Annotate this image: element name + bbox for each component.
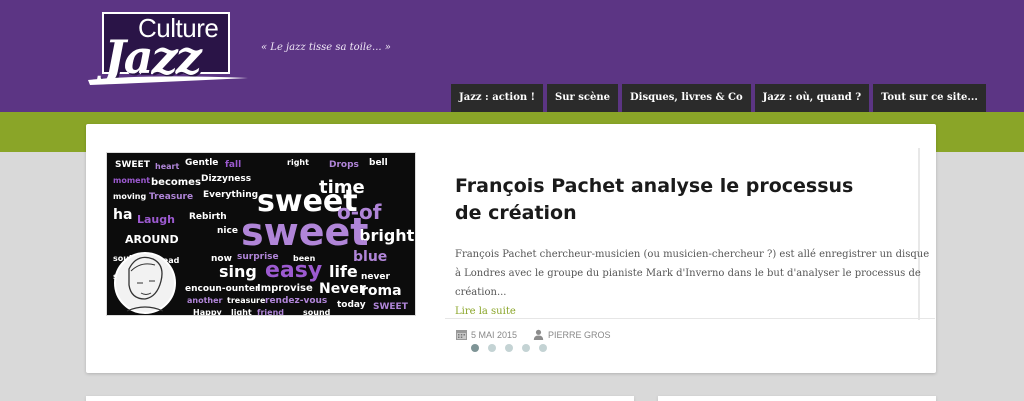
svg-text:rendez-vous: rendez-vous (265, 296, 327, 306)
slider-dot-5[interactable] (539, 344, 547, 352)
svg-text:Dizzyness: Dizzyness (201, 174, 251, 184)
svg-text:Never: Never (319, 281, 366, 297)
word-cloud-image[interactable]: SWEET heart Gentle fall right Drops bell… (106, 152, 416, 316)
read-more-link[interactable]: Lire la suite (455, 306, 516, 317)
svg-text:moving: moving (113, 192, 146, 201)
user-icon (533, 329, 544, 340)
slider-dot-2[interactable] (488, 344, 496, 352)
content-panel (86, 396, 634, 401)
svg-text:easy: easy (265, 258, 322, 283)
main-nav: Jazz : action ! Sur scène Disques, livre… (451, 84, 986, 112)
sidebar-panel (658, 396, 936, 401)
svg-text:sweet: sweet (241, 210, 368, 254)
svg-text:sing: sing (219, 262, 257, 281)
nav-item-disques-livres[interactable]: Disques, livres & Co (622, 84, 751, 112)
svg-text:AROUND: AROUND (125, 233, 179, 246)
svg-text:ha: ha (113, 207, 132, 223)
slider-dot-3[interactable] (505, 344, 513, 352)
svg-text:Laugh: Laugh (137, 213, 175, 226)
slider-dot-4[interactable] (522, 344, 530, 352)
svg-text:friend: friend (257, 308, 284, 316)
site-logo[interactable]: Culture Jazz (86, 10, 250, 88)
calendar-icon (456, 330, 467, 340)
nav-item-sur-scene[interactable]: Sur scène (547, 84, 618, 112)
svg-text:sound: sound (303, 308, 331, 316)
svg-text:Treasure: Treasure (149, 192, 193, 202)
nav-item-jazz-ou-quand[interactable]: Jazz : où, quand ? (754, 84, 870, 112)
svg-text:nice: nice (217, 226, 238, 236)
slider-pagination (471, 344, 547, 352)
svg-text:encoun-ounter: encoun-ounter (185, 284, 260, 294)
featured-slider: SWEET heart Gentle fall right Drops bell… (86, 124, 936, 373)
svg-text:fall: fall (225, 160, 241, 170)
svg-text:time: time (319, 177, 365, 198)
logo-swoosh-icon (88, 76, 248, 85)
article-meta: 5 MAI 2015 PIERRE GROS (456, 329, 611, 340)
slider-dot-1[interactable] (471, 344, 479, 352)
svg-text:right: right (287, 158, 309, 167)
svg-text:moment: moment (113, 176, 150, 185)
article-excerpt: François Pachet chercheur-musicien (ou m… (455, 245, 933, 321)
excerpt-text: François Pachet chercheur-musicien (ou m… (455, 249, 930, 298)
svg-text:Drops: Drops (329, 160, 359, 170)
svg-text:Everything: Everything (203, 190, 258, 200)
svg-text:Happy: Happy (193, 308, 223, 316)
svg-text:life: life (329, 262, 358, 281)
svg-text:treasure: treasure (227, 296, 266, 305)
meta-divider (445, 318, 935, 319)
svg-text:roma: roma (361, 283, 402, 299)
article-author[interactable]: PIERRE GROS (548, 330, 611, 340)
nav-item-jazz-action[interactable]: Jazz : action ! (451, 84, 544, 112)
svg-text:SWEET: SWEET (115, 160, 151, 170)
svg-text:Gentle: Gentle (185, 158, 218, 168)
svg-text:becomes: becomes (151, 177, 201, 188)
svg-text:heart: heart (155, 162, 179, 171)
nav-item-tout-sur-ce-site[interactable]: Tout sur ce site... (873, 84, 986, 112)
slide: SWEET heart Gentle fall right Drops bell… (102, 148, 935, 340)
site-tagline: « Le jazz tisse sa toile... » (261, 42, 391, 53)
article-title[interactable]: François Pachet analyse le processus de … (455, 173, 885, 227)
svg-text:light: light (231, 308, 252, 316)
svg-text:Rebirth: Rebirth (189, 212, 227, 222)
article-date: 5 MAI 2015 (471, 329, 518, 340)
svg-text:bell: bell (369, 158, 388, 168)
svg-text:another: another (187, 296, 223, 305)
svg-text:SWEET: SWEET (373, 302, 409, 312)
svg-text:today: today (337, 300, 366, 310)
svg-text:Improvise: Improvise (257, 283, 313, 294)
